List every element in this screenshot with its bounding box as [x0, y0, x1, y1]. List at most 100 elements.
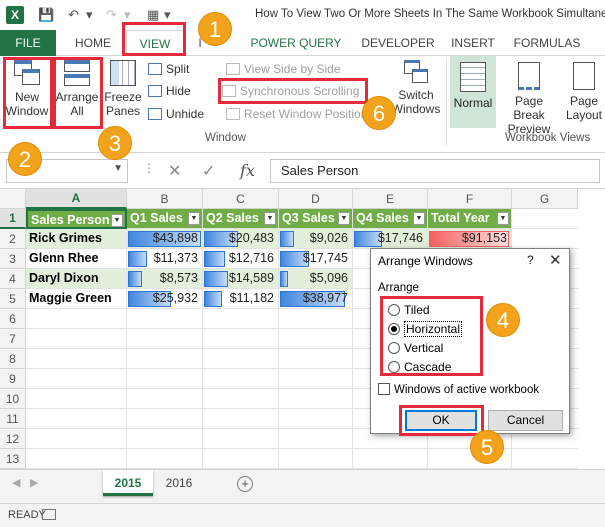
table-cell-q2[interactable]: $11,182 — [203, 289, 279, 309]
highlight-new-window — [3, 57, 53, 129]
status-bar: READY — [0, 503, 605, 527]
row-header[interactable]: 2 — [0, 229, 26, 249]
table-cell-q2[interactable]: $14,589 — [203, 269, 279, 289]
redo-icon[interactable]: ↷ — [106, 7, 117, 23]
table-header-q1[interactable]: Q1 Sales ▼ — [127, 209, 203, 229]
column-header-c[interactable]: C — [203, 189, 279, 209]
table-cell-q3[interactable]: $9,026 — [279, 229, 353, 249]
chevron-down-icon[interactable]: ▼ — [113, 163, 123, 174]
table-cell-q4[interactable]: $17,746 — [353, 229, 428, 249]
more-options-icon[interactable]: ⋮ — [143, 161, 155, 175]
column-header-a[interactable]: A — [26, 189, 127, 209]
row-header[interactable]: 7 — [0, 329, 26, 349]
filter-dropdown-icon[interactable]: ▼ — [111, 214, 123, 227]
customize-qat-icon[interactable]: ▾ — [164, 7, 171, 23]
page-layout-button[interactable]: Page Layout — [564, 62, 604, 122]
normal-view-button[interactable]: Normal — [450, 56, 496, 128]
tab-file[interactable]: FILE — [0, 30, 56, 56]
highlight-synchronous-scrolling — [218, 78, 368, 104]
windows-of-active-workbook-checkbox[interactable]: Windows of active workbook — [378, 383, 539, 396]
view-side-by-side-button[interactable]: View Side by Side — [226, 60, 341, 78]
cancel-entry-icon[interactable]: ✕ — [168, 161, 181, 181]
add-sheet-icon[interactable]: + — [237, 476, 253, 492]
filter-dropdown-icon[interactable]: ▼ — [338, 212, 350, 225]
hide-button[interactable]: Hide — [148, 82, 191, 100]
column-header-b[interactable]: B — [127, 189, 203, 209]
table-cell-name[interactable]: Glenn Rhee — [26, 249, 127, 269]
row-header[interactable]: 6 — [0, 309, 26, 329]
table-cell-q1[interactable]: $11,373 — [127, 249, 203, 269]
close-icon[interactable]: ✕ — [549, 251, 562, 269]
filter-dropdown-icon[interactable]: ▼ — [264, 212, 276, 225]
tab-developer[interactable]: DEVELOPER — [356, 30, 440, 56]
tab-home[interactable]: HOME — [66, 30, 120, 56]
save-icon[interactable]: 💾 — [38, 7, 54, 23]
tab-power-query[interactable]: POWER QUERY — [246, 30, 346, 56]
cancel-button[interactable]: Cancel — [488, 410, 563, 431]
filter-dropdown-icon[interactable]: ▼ — [413, 212, 425, 225]
hide-icon — [148, 85, 162, 97]
table-cell-q3[interactable]: $38,977 — [279, 289, 353, 309]
formula-bar: ▼ ⋮ ✕ ✓ fx Sales Person — [0, 153, 605, 189]
table-cell-q1[interactable]: $8,573 — [127, 269, 203, 289]
table-header-q4[interactable]: Q4 Sales ▼ — [353, 209, 428, 229]
table-cell-q1[interactable]: $43,898 — [127, 229, 203, 249]
macro-record-icon[interactable] — [42, 509, 56, 520]
table-cell-name[interactable]: Daryl Dixon — [26, 269, 127, 289]
table-cell-total[interactable]: $91,153 — [428, 229, 512, 249]
scroll-left-icon[interactable]: ◀ — [12, 476, 20, 489]
column-header-e[interactable]: E — [353, 189, 428, 209]
freeze-panes-button[interactable]: Freeze Panes — [102, 60, 144, 118]
column-header-f[interactable]: F — [428, 189, 512, 209]
column-header-d[interactable]: D — [279, 189, 353, 209]
row-header[interactable]: 5 — [0, 289, 26, 309]
table-header-q3[interactable]: Q3 Sales ▼ — [279, 209, 353, 229]
sheet-tab-2015[interactable]: 2015 — [103, 470, 153, 496]
table-cell-q2[interactable]: $12,716 — [203, 249, 279, 269]
table-cell-q1[interactable]: $25,932 — [127, 289, 203, 309]
table-header-total[interactable]: Total Year ▼ — [428, 209, 512, 229]
row-header[interactable]: 9 — [0, 369, 26, 389]
confirm-entry-icon[interactable]: ✓ — [202, 161, 215, 181]
reset-window-position-button[interactable]: Reset Window Position — [226, 105, 367, 123]
split-button[interactable]: Split — [148, 60, 189, 78]
normal-view-label: Normal — [453, 96, 493, 110]
row-header[interactable]: 13 — [0, 449, 26, 469]
tab-formulas[interactable]: FORMULAS — [505, 30, 589, 56]
unhide-button[interactable]: Unhide — [148, 105, 204, 123]
table-cell-name[interactable]: Rick Grimes — [26, 229, 127, 249]
excel-logo-icon: X — [6, 6, 24, 24]
formula-input[interactable]: Sales Person — [270, 159, 600, 183]
sheet-tab-2016[interactable]: 2016 — [156, 470, 202, 496]
table-cell-q2[interactable]: $20,483 — [203, 229, 279, 249]
chevron-down-icon[interactable]: ▾ — [86, 7, 93, 23]
table-header-q2[interactable]: Q2 Sales ▼ — [203, 209, 279, 229]
ribbon-tabs: FILE HOME VIEW I POWER QUERY DEVELOPER I… — [0, 30, 605, 57]
chevron-down-icon[interactable]: ▾ — [124, 7, 131, 23]
row-header[interactable]: 11 — [0, 409, 26, 429]
row-header[interactable]: 12 — [0, 429, 26, 449]
scroll-right-icon[interactable]: ▶ — [30, 476, 38, 489]
row-header[interactable]: 1 — [0, 209, 26, 229]
filter-dropdown-icon[interactable]: ▼ — [188, 212, 200, 225]
column-header-g[interactable]: G — [512, 189, 578, 209]
table-cell-q3[interactable]: $5,096 — [279, 269, 353, 289]
row-header[interactable]: 3 — [0, 249, 26, 269]
row-header[interactable]: 10 — [0, 389, 26, 409]
help-icon[interactable]: ? — [527, 253, 534, 267]
table-header-sales-person[interactable]: Sales Person ▼ — [26, 209, 127, 229]
calculator-icon[interactable]: ▦ — [147, 7, 159, 23]
tab-insert[interactable]: INSERT — [446, 30, 500, 56]
undo-icon[interactable]: ↶ — [68, 7, 79, 23]
page-break-preview-button[interactable]: Page Break Preview — [498, 62, 560, 136]
select-all-corner[interactable] — [0, 189, 26, 209]
table-cell-name[interactable]: Maggie Green — [26, 289, 127, 309]
switch-windows-button[interactable]: Switch Windows — [390, 60, 442, 116]
row-header[interactable]: 4 — [0, 269, 26, 289]
page-break-label-1: Page Break — [513, 94, 545, 122]
row-header[interactable]: 8 — [0, 349, 26, 369]
filter-dropdown-icon[interactable]: ▼ — [497, 212, 509, 225]
table-cell-q3[interactable]: $17,745 — [279, 249, 353, 269]
insert-function-icon[interactable]: fx — [240, 161, 255, 180]
switch-windows-label-1: Switch — [398, 88, 434, 102]
